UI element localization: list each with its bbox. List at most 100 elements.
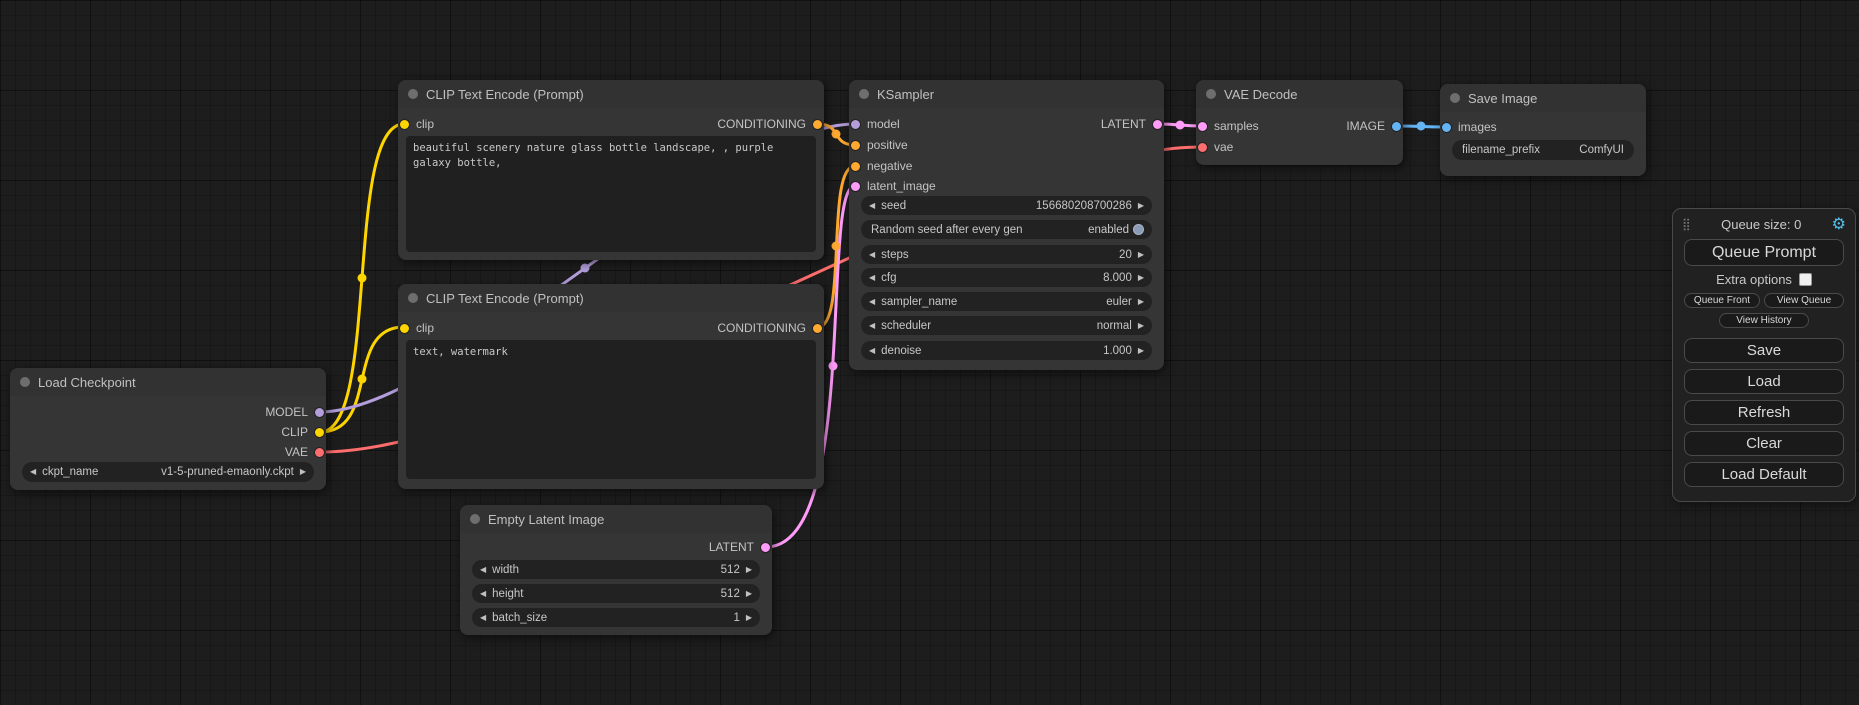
node-collapse-dot[interactable] [408, 293, 418, 303]
view-queue-button[interactable]: View Queue [1764, 293, 1844, 308]
random-seed-toggle-widget[interactable]: Random seed after every gen enabled [861, 220, 1152, 239]
stepper-right-icon[interactable] [1138, 251, 1144, 259]
node-ksampler[interactable]: KSampler model positive negative latent_… [849, 80, 1164, 370]
input-port-negative[interactable]: negative [851, 158, 912, 174]
stepper-left-icon[interactable] [30, 468, 36, 476]
node-load-checkpoint[interactable]: Load Checkpoint MODEL CLIP VAE ckpt_name… [10, 368, 326, 490]
stepper-left-icon[interactable] [480, 590, 486, 598]
conditioning-port-dot[interactable] [851, 141, 860, 150]
latent-port-dot[interactable] [761, 543, 770, 552]
negative-prompt-textarea[interactable]: text, watermark [406, 340, 816, 479]
node-clip-text-encode-negative[interactable]: CLIP Text Encode (Prompt) clip CONDITION… [398, 284, 824, 489]
node-collapse-dot[interactable] [20, 377, 30, 387]
node-clip-text-encode-positive[interactable]: CLIP Text Encode (Prompt) clip CONDITION… [398, 80, 824, 260]
height-widget[interactable]: height 512 [472, 584, 760, 603]
image-port-dot[interactable] [1442, 123, 1451, 132]
clip-port-dot[interactable] [315, 428, 324, 437]
width-widget[interactable]: width 512 [472, 560, 760, 579]
output-port-clip[interactable]: CLIP [281, 424, 324, 440]
load-button[interactable]: Load [1684, 369, 1844, 394]
output-port-model[interactable]: MODEL [265, 404, 324, 420]
stepper-right-icon[interactable] [1138, 347, 1144, 355]
output-port-latent[interactable]: LATENT [1101, 116, 1162, 132]
view-history-button[interactable]: View History [1719, 313, 1809, 328]
model-port-dot[interactable] [315, 408, 324, 417]
stepper-left-icon[interactable] [869, 322, 875, 330]
node-ksampler-titlebar[interactable]: KSampler [849, 80, 1164, 108]
node-clip-text-encode-negative-titlebar[interactable]: CLIP Text Encode (Prompt) [398, 284, 824, 312]
vae-port-dot[interactable] [1198, 143, 1207, 152]
node-save-image-titlebar[interactable]: Save Image [1440, 84, 1646, 112]
vae-port-dot[interactable] [315, 448, 324, 457]
stepper-right-icon[interactable] [746, 590, 752, 598]
output-port-latent[interactable]: LATENT [709, 539, 770, 555]
conditioning-port-dot[interactable] [813, 120, 822, 129]
stepper-right-icon[interactable] [746, 614, 752, 622]
clip-port-dot[interactable] [400, 120, 409, 129]
clip-port-dot[interactable] [400, 324, 409, 333]
latent-port-dot[interactable] [851, 182, 860, 191]
graph-canvas[interactable]: Load Checkpoint MODEL CLIP VAE ckpt_name… [0, 0, 1859, 705]
input-port-clip[interactable]: clip [400, 116, 434, 132]
steps-widget[interactable]: steps 20 [861, 245, 1152, 264]
stepper-left-icon[interactable] [480, 566, 486, 574]
node-collapse-dot[interactable] [859, 89, 869, 99]
stepper-right-icon[interactable] [300, 468, 306, 476]
input-port-vae[interactable]: vae [1198, 139, 1233, 155]
stepper-left-icon[interactable] [869, 347, 875, 355]
node-collapse-dot[interactable] [1450, 93, 1460, 103]
stepper-left-icon[interactable] [869, 202, 875, 210]
sampler-name-widget[interactable]: sampler_name euler [861, 292, 1152, 311]
scheduler-widget[interactable]: scheduler normal [861, 316, 1152, 335]
node-vae-decode[interactable]: VAE Decode samples vae IMAGE [1196, 80, 1403, 165]
stepper-right-icon[interactable] [1138, 202, 1144, 210]
stepper-right-icon[interactable] [1138, 322, 1144, 330]
cfg-widget[interactable]: cfg 8.000 [861, 268, 1152, 287]
toggle-dot[interactable] [1133, 224, 1144, 235]
queue-prompt-button[interactable]: Queue Prompt [1684, 239, 1844, 266]
input-port-images[interactable]: images [1442, 119, 1497, 135]
input-port-positive[interactable]: positive [851, 137, 908, 153]
input-port-latent-image[interactable]: latent_image [851, 178, 936, 194]
filename-prefix-widget[interactable]: filename_prefix ComfyUI [1452, 140, 1634, 160]
stepper-left-icon[interactable] [869, 298, 875, 306]
node-collapse-dot[interactable] [470, 514, 480, 524]
denoise-widget[interactable]: denoise 1.000 [861, 341, 1152, 360]
node-vae-decode-titlebar[interactable]: VAE Decode [1196, 80, 1403, 108]
image-port-dot[interactable] [1392, 122, 1401, 131]
input-port-samples[interactable]: samples [1198, 118, 1259, 134]
output-port-vae[interactable]: VAE [285, 444, 324, 460]
settings-gear-icon[interactable] [1832, 216, 1846, 232]
latent-port-dot[interactable] [1153, 120, 1162, 129]
stepper-left-icon[interactable] [480, 614, 486, 622]
extra-options-checkbox[interactable] [1799, 273, 1812, 286]
stepper-left-icon[interactable] [869, 251, 875, 259]
refresh-button[interactable]: Refresh [1684, 400, 1844, 425]
input-port-model[interactable]: model [851, 116, 900, 132]
node-empty-latent-image[interactable]: Empty Latent Image LATENT width 512 heig… [460, 505, 772, 635]
node-empty-latent-image-titlebar[interactable]: Empty Latent Image [460, 505, 772, 533]
output-port-conditioning[interactable]: CONDITIONING [717, 116, 822, 132]
clear-button[interactable]: Clear [1684, 431, 1844, 456]
queue-front-button[interactable]: Queue Front [1684, 293, 1760, 308]
ckpt-name-widget[interactable]: ckpt_name v1-5-pruned-emaonly.ckpt [22, 462, 314, 482]
node-load-checkpoint-titlebar[interactable]: Load Checkpoint [10, 368, 326, 396]
node-clip-text-encode-positive-titlebar[interactable]: CLIP Text Encode (Prompt) [398, 80, 824, 108]
stepper-left-icon[interactable] [869, 274, 875, 282]
output-port-conditioning[interactable]: CONDITIONING [717, 320, 822, 336]
batch-size-widget[interactable]: batch_size 1 [472, 608, 760, 627]
save-button[interactable]: Save [1684, 338, 1844, 363]
positive-prompt-textarea[interactable]: beautiful scenery nature glass bottle la… [406, 136, 816, 252]
load-default-button[interactable]: Load Default [1684, 462, 1844, 487]
latent-port-dot[interactable] [1198, 122, 1207, 131]
output-port-image[interactable]: IMAGE [1346, 118, 1401, 134]
drag-handle-icon[interactable] [1682, 217, 1691, 231]
stepper-right-icon[interactable] [1138, 274, 1144, 282]
model-port-dot[interactable] [851, 120, 860, 129]
stepper-right-icon[interactable] [746, 566, 752, 574]
input-port-clip[interactable]: clip [400, 320, 434, 336]
conditioning-port-dot[interactable] [813, 324, 822, 333]
stepper-right-icon[interactable] [1138, 298, 1144, 306]
conditioning-port-dot[interactable] [851, 162, 860, 171]
queue-menu-panel[interactable]: Queue size: 0 Queue Prompt Extra options… [1672, 208, 1856, 502]
